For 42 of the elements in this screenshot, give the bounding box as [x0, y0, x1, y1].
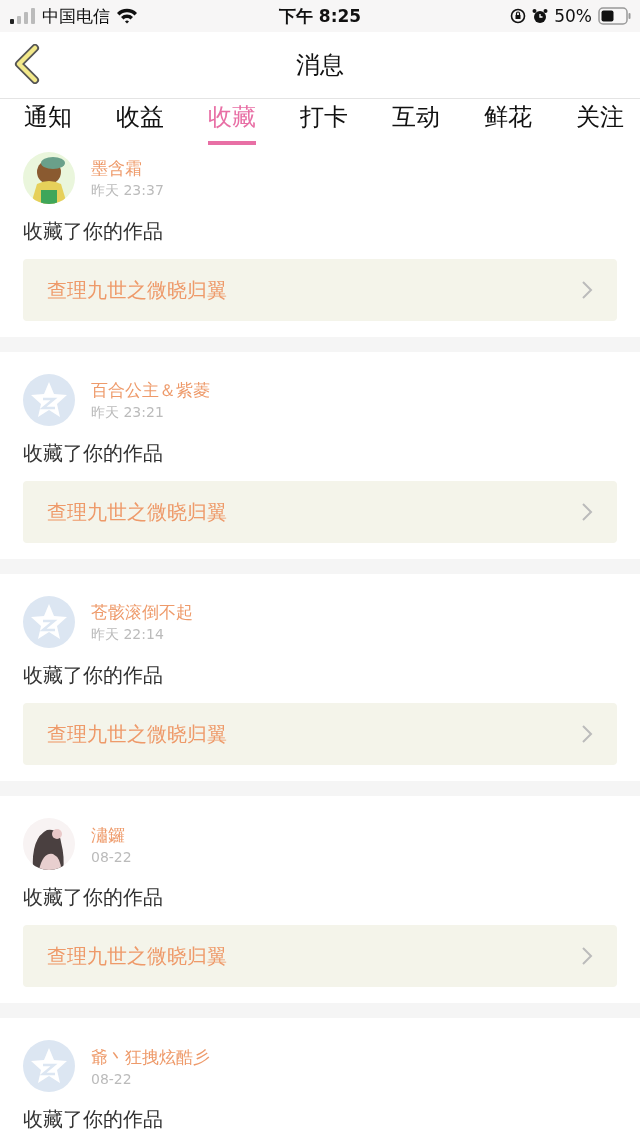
default-avatar-icon	[23, 1040, 75, 1092]
wifi-icon	[116, 8, 138, 24]
battery-percent: 50%	[554, 6, 592, 26]
tab[interactable]: 收益	[116, 99, 164, 145]
work-link[interactable]: 查理九世之微晓归翼	[23, 925, 617, 987]
user-name[interactable]: 墨含霜	[91, 156, 164, 180]
user-name[interactable]: 百合公主＆紫菱	[91, 378, 210, 402]
message-text: 收藏了你的作品	[23, 440, 164, 467]
message-text: 收藏了你的作品	[23, 1106, 164, 1133]
clock-text: 下午 8:25	[278, 4, 362, 28]
chevron-right-icon	[581, 280, 593, 300]
user-name[interactable]: 苍骸滚倒不起	[91, 600, 193, 624]
message-time: 08-22	[91, 848, 132, 865]
user-name[interactable]: 爺丶狂拽炫酷彡	[91, 1045, 210, 1069]
chevron-right-icon	[581, 502, 593, 522]
tab[interactable]: 关注	[576, 99, 624, 145]
battery-icon	[598, 7, 632, 25]
message-time: 昨天 22:14	[91, 625, 165, 644]
chevron-right-icon	[581, 946, 593, 966]
message-text: 收藏了你的作品	[23, 662, 164, 689]
back-button[interactable]	[12, 44, 42, 86]
page-title: 消息	[296, 50, 344, 81]
default-avatar-icon	[23, 374, 75, 426]
rotation-lock-icon	[510, 8, 527, 24]
work-link[interactable]: 查理九世之微晓归翼	[23, 481, 617, 543]
message-time: 昨天 23:37	[91, 181, 164, 200]
work-link[interactable]: 查理九世之微晓归翼	[23, 703, 617, 765]
alarm-icon	[532, 8, 549, 24]
chevron-right-icon	[581, 724, 593, 744]
work-link[interactable]: 查理九世之微晓归翼	[23, 259, 617, 321]
tab[interactable]: 通知	[24, 99, 72, 145]
tab[interactable]: 互动	[392, 99, 440, 145]
user-name[interactable]: 潚鑼	[91, 823, 132, 847]
tab[interactable]: 打卡	[300, 99, 348, 145]
tab[interactable]: 鲜花	[484, 99, 532, 145]
signal-icon	[10, 8, 36, 24]
message-time: 昨天 23:21	[91, 403, 165, 422]
message-time: 08-22	[91, 1070, 133, 1087]
default-avatar-icon	[23, 596, 75, 648]
message-text: 收藏了你的作品	[23, 884, 164, 911]
message-text: 收藏了你的作品	[23, 218, 164, 245]
carrier-text: 中国电信	[42, 4, 110, 28]
